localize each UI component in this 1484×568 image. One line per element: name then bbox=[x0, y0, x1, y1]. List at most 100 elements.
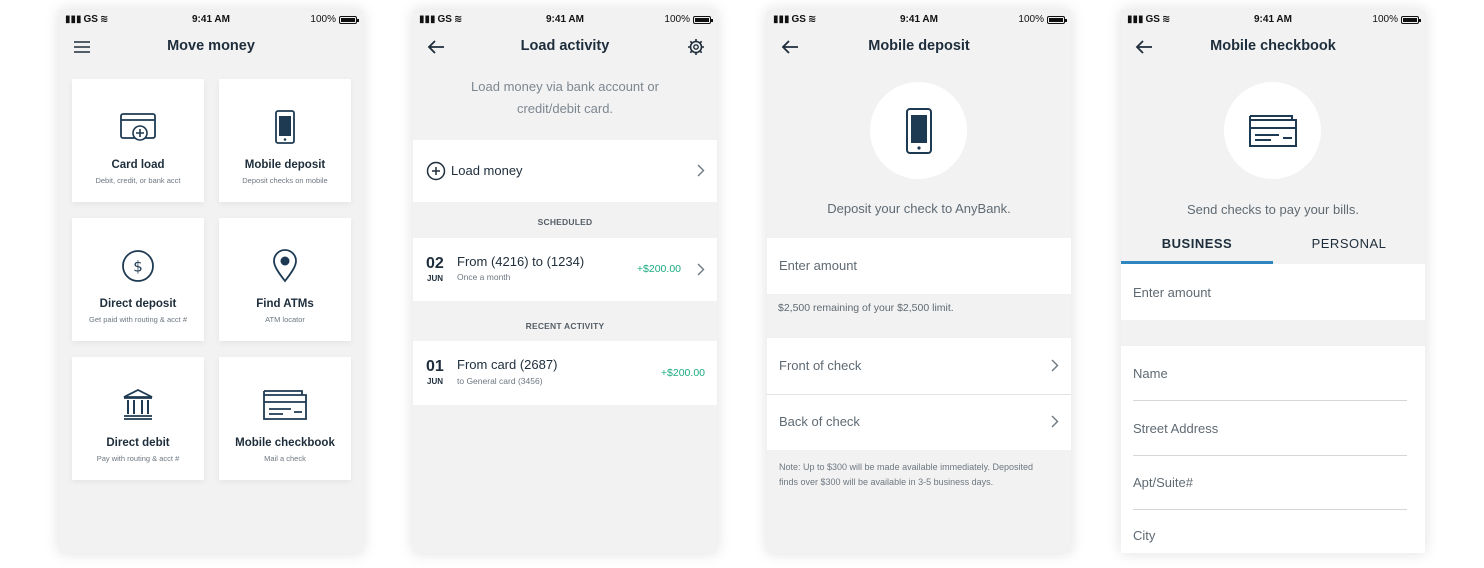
limit-text: $2,500 remaining of your $2,500 limit. bbox=[778, 302, 954, 314]
date-month: JUN bbox=[427, 377, 444, 386]
city-placeholder: City bbox=[1133, 528, 1156, 543]
phone-icon bbox=[275, 110, 295, 144]
transaction-amount: +$200.00 bbox=[660, 367, 705, 379]
nav-bar: Mobile deposit bbox=[767, 34, 1071, 58]
tile-card-load[interactable]: Card load Debit, credit, or bank acct bbox=[72, 79, 204, 202]
hamburger-icon bbox=[74, 41, 90, 53]
plus-circle-icon bbox=[426, 161, 446, 181]
tile-sublabel: Deposit checks on mobile bbox=[242, 176, 328, 185]
tile-sublabel: Debit, credit, or bank acct bbox=[95, 176, 181, 185]
chevron-right-icon bbox=[1051, 359, 1059, 372]
tab-business[interactable]: BUSINESS bbox=[1121, 232, 1273, 264]
deposit-caption: Deposit your check to AnyBank. bbox=[827, 201, 1011, 216]
section-scheduled: SCHEDULED bbox=[537, 217, 593, 227]
tab-bar: BUSINESS PERSONAL bbox=[1121, 232, 1425, 264]
battery-icon bbox=[339, 15, 359, 24]
menu-button[interactable] bbox=[71, 36, 93, 58]
check-icon bbox=[263, 390, 307, 420]
date-day: 02 bbox=[426, 255, 444, 272]
transaction-title: From card (2687) bbox=[457, 357, 558, 372]
chevron-right-icon bbox=[697, 164, 705, 177]
chevron-right-icon bbox=[697, 263, 705, 276]
dollar-circle-icon: $ bbox=[122, 250, 154, 282]
name-field[interactable]: Name bbox=[1121, 346, 1425, 400]
battery-icon bbox=[1047, 15, 1067, 24]
front-of-check-row[interactable]: Front of check bbox=[767, 338, 1071, 394]
hero-icon-circle bbox=[870, 82, 967, 179]
load-activity-screen: ▮▮▮ GS ≋ 9:41 AM 100% Load activity Load m… bbox=[413, 10, 717, 553]
amount-input[interactable]: Enter amount bbox=[1121, 264, 1425, 320]
front-of-check-label: Front of check bbox=[779, 358, 862, 373]
battery-label: 100% bbox=[1018, 14, 1044, 25]
tile-sublabel: ATM locator bbox=[265, 315, 305, 324]
back-arrow-icon bbox=[427, 40, 444, 54]
nav-bar: Move money bbox=[59, 34, 363, 58]
page-title: Mobile deposit bbox=[868, 38, 970, 54]
section-recent-activity: RECENT ACTIVITY bbox=[525, 321, 605, 331]
apt-suite-field[interactable]: Apt/Suite# bbox=[1121, 456, 1425, 509]
load-money-row[interactable]: Load money bbox=[413, 140, 717, 202]
hero-icon-circle bbox=[1224, 82, 1321, 179]
scheduled-transaction-row[interactable]: 02 JUN From (4216) to (1234) Once a mont… bbox=[413, 238, 717, 301]
nav-bar: Mobile checkbook bbox=[1121, 34, 1425, 58]
battery-icon bbox=[1401, 15, 1421, 24]
back-button[interactable] bbox=[779, 36, 801, 58]
tab-personal[interactable]: PERSONAL bbox=[1273, 232, 1425, 264]
back-arrow-icon bbox=[1135, 40, 1152, 54]
tile-label: Card load bbox=[111, 159, 165, 171]
tile-sublabel: Mail a check bbox=[264, 454, 306, 463]
tile-mobile-deposit[interactable]: Mobile deposit Deposit checks on mobile bbox=[219, 79, 351, 202]
tile-label: Mobile deposit bbox=[244, 159, 326, 171]
street-placeholder: Street Address bbox=[1133, 421, 1219, 436]
card-plus-icon bbox=[120, 113, 156, 141]
svg-text:$: $ bbox=[133, 258, 143, 276]
recent-transaction-row[interactable]: 01 JUN From card (2687) to General card … bbox=[413, 341, 717, 405]
name-placeholder: Name bbox=[1133, 366, 1168, 381]
page-title: Load activity bbox=[520, 38, 610, 54]
settings-button[interactable] bbox=[685, 36, 707, 58]
tile-label: Direct debit bbox=[106, 437, 170, 449]
amount-placeholder: Enter amount bbox=[1133, 285, 1212, 300]
checkbook-caption: Send checks to pay your bills. bbox=[1187, 202, 1359, 217]
back-arrow-icon bbox=[781, 40, 798, 54]
mobile-deposit-screen: ▮▮▮ GS ≋ 9:41 AM 100% Mobile deposit Depos… bbox=[767, 10, 1071, 553]
tile-mobile-checkbook[interactable]: Mobile checkbook Mail a check bbox=[219, 357, 351, 480]
page-title: Mobile checkbook bbox=[1210, 38, 1336, 54]
intro-text: Load money via bank account or credit/de… bbox=[471, 79, 659, 116]
gear-icon bbox=[688, 39, 704, 55]
battery-label: 100% bbox=[310, 14, 336, 25]
back-of-check-row[interactable]: Back of check bbox=[767, 395, 1071, 450]
check-icon bbox=[1248, 114, 1297, 147]
transaction-subtitle: Once a month bbox=[457, 272, 511, 282]
transaction-title: From (4216) to (1234) bbox=[457, 254, 585, 269]
transaction-subtitle: to General card (3456) bbox=[457, 376, 543, 386]
move-money-screen: ▮▮▮ GS ≋ 9:41 AM 100% Move money Card load… bbox=[59, 10, 363, 553]
mobile-checkbook-screen: ▮▮▮ GS ≋ 9:41 AM 100% Mobile checkbook Sen… bbox=[1121, 10, 1425, 553]
chevron-right-icon bbox=[1051, 415, 1059, 428]
back-button[interactable] bbox=[425, 36, 447, 58]
nav-bar: Load activity bbox=[413, 34, 717, 58]
tile-sublabel: Pay with routing & acct # bbox=[96, 454, 180, 463]
back-button[interactable] bbox=[1133, 36, 1155, 58]
date-day: 01 bbox=[426, 358, 444, 375]
address-form: Name Street Address Apt/Suite# City bbox=[1121, 346, 1425, 553]
city-field[interactable]: City bbox=[1121, 510, 1425, 553]
apt-placeholder: Apt/Suite# bbox=[1133, 475, 1193, 490]
street-address-field[interactable]: Street Address bbox=[1121, 401, 1425, 455]
tile-direct-debit[interactable]: Direct debit Pay with routing & acct # bbox=[72, 357, 204, 480]
tile-label: Direct deposit bbox=[99, 298, 177, 310]
tile-sublabel: Get paid with routing & acct # bbox=[89, 315, 187, 324]
tile-direct-deposit[interactable]: $ Direct deposit Get paid with routing &… bbox=[72, 218, 204, 341]
tile-label: Mobile checkbook bbox=[235, 437, 335, 449]
transaction-amount: +$200.00 bbox=[636, 263, 681, 275]
tile-find-atms[interactable]: Find ATMs ATM locator bbox=[219, 218, 351, 341]
back-of-check-label: Back of check bbox=[779, 414, 860, 429]
status-bar: ▮▮▮ GS ≋ 9:41 AM 100% bbox=[59, 10, 363, 30]
battery-label: 100% bbox=[664, 14, 690, 25]
deposit-note: Note: Up to $300 will be made available … bbox=[779, 462, 1033, 487]
load-money-label: Load money bbox=[451, 163, 523, 178]
amount-input[interactable]: Enter amount bbox=[767, 238, 1071, 294]
battery-icon bbox=[693, 15, 713, 24]
page-title: Move money bbox=[167, 38, 255, 54]
battery-label: 100% bbox=[1372, 14, 1398, 25]
